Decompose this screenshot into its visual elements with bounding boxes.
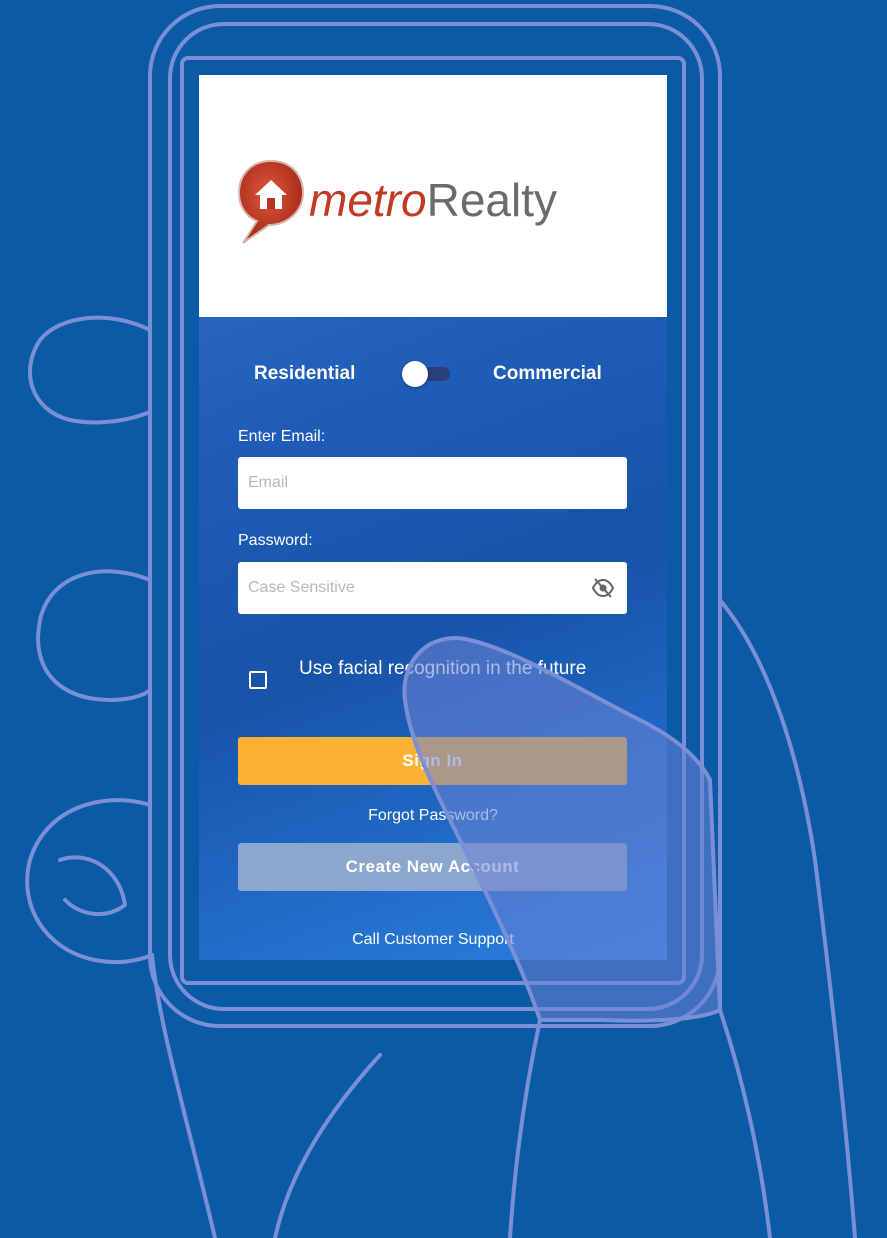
forgot-password-link[interactable]: Forgot Password? <box>199 807 667 825</box>
house-bubble-icon <box>237 159 305 244</box>
sign-in-button[interactable]: Sign In <box>238 737 627 785</box>
app-screen: metroRealty Residential Commercial Enter… <box>199 75 667 960</box>
facial-recognition-checkbox[interactable] <box>249 671 267 689</box>
password-field-container <box>238 562 627 614</box>
logo-header: metroRealty <box>199 75 667 317</box>
customer-support-link[interactable]: Call Customer Support <box>199 931 667 949</box>
switch-knob <box>402 361 428 387</box>
account-type-toggle: Residential Commercial <box>199 357 667 391</box>
metro-realty-logo: metroRealty <box>233 147 633 251</box>
brand-name-realty: Realty <box>426 174 557 226</box>
email-field[interactable] <box>238 457 588 509</box>
email-label: Enter Email: <box>238 428 326 445</box>
brand-wordmark: metroRealty <box>309 175 557 225</box>
create-account-button[interactable]: Create New Account <box>238 843 627 891</box>
account-type-switch[interactable] <box>402 361 450 387</box>
commercial-label[interactable]: Commercial <box>493 363 602 385</box>
password-field[interactable] <box>238 562 588 614</box>
brand-name-metro: metro <box>309 174 427 226</box>
eye-off-icon[interactable] <box>591 577 615 599</box>
email-field-container <box>238 457 627 509</box>
facial-recognition-label[interactable]: Use facial recognition in the future <box>299 657 619 681</box>
residential-label[interactable]: Residential <box>254 363 355 385</box>
password-label: Password: <box>238 532 313 549</box>
